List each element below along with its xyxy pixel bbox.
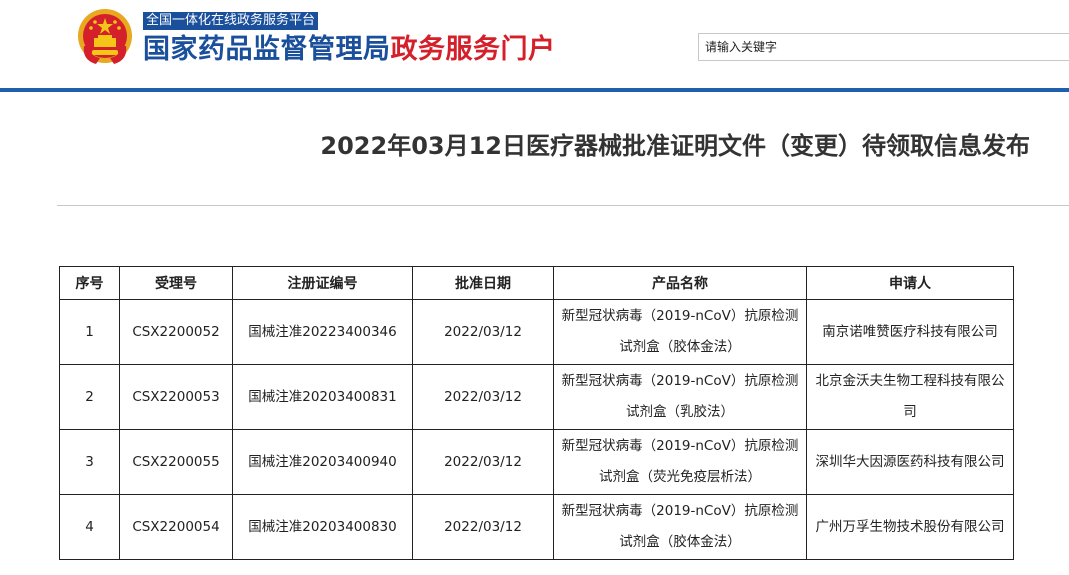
cell-product-name: 新型冠状病毒（2019-nCoV）抗原检测试剂盒（胶体金法） bbox=[553, 494, 807, 560]
table-header-row: 序号 受理号 注册证编号 批准日期 产品名称 申请人 bbox=[59, 266, 1014, 300]
cell-acceptance-no: CSX2200054 bbox=[119, 494, 233, 560]
header-acceptance-no: 受理号 bbox=[119, 266, 233, 300]
cell-seq: 1 bbox=[59, 299, 120, 365]
header-approval-date: 批准日期 bbox=[412, 266, 554, 300]
site-header: 全国一体化在线政务服务平台 国家药品监督管理局政务服务门户 bbox=[0, 0, 1069, 88]
cell-seq: 3 bbox=[59, 429, 120, 495]
cell-approval-date: 2022/03/12 bbox=[412, 364, 554, 430]
cell-acceptance-no: CSX2200052 bbox=[119, 299, 233, 365]
site-title[interactable]: 国家药品监督管理局政务服务门户 bbox=[143, 33, 556, 67]
cell-applicant: 北京金沃夫生物工程科技有限公司 bbox=[806, 364, 1014, 430]
cell-approval-date: 2022/03/12 bbox=[412, 299, 554, 365]
approval-table: 序号 受理号 注册证编号 批准日期 产品名称 申请人 1 CSX2200052 … bbox=[59, 266, 1014, 560]
cell-registration-no: 国械注准20203400940 bbox=[232, 429, 413, 495]
cell-applicant: 深圳华大因源医药科技有限公司 bbox=[806, 429, 1014, 495]
table-row: 3 CSX2200055 国械注准20203400940 2022/03/12 … bbox=[59, 429, 1014, 495]
table-row: 2 CSX2200053 国械注准20203400831 2022/03/12 … bbox=[59, 364, 1014, 430]
cell-applicant: 南京诺唯赞医疗科技有限公司 bbox=[806, 299, 1014, 365]
page-title: 2022年03月12日医疗器械批准证明文件（变更）待领取信息发布 bbox=[320, 132, 1030, 160]
cell-registration-no: 国械注准20223400346 bbox=[232, 299, 413, 365]
cell-product-name: 新型冠状病毒（2019-nCoV）抗原检测试剂盒（荧光免疫层析法） bbox=[553, 429, 807, 495]
header-divider bbox=[0, 88, 1069, 92]
cell-seq: 2 bbox=[59, 364, 120, 430]
site-title-portal: 政务服务门户 bbox=[390, 34, 556, 65]
cell-acceptance-no: CSX2200055 bbox=[119, 429, 233, 495]
site-title-agency: 国家药品监督管理局 bbox=[143, 34, 391, 65]
header-applicant: 申请人 bbox=[806, 266, 1014, 300]
cell-registration-no: 国械注准20203400831 bbox=[232, 364, 413, 430]
cell-approval-date: 2022/03/12 bbox=[412, 494, 554, 560]
cell-applicant: 广州万孚生物技术股份有限公司 bbox=[806, 494, 1014, 560]
table-row: 1 CSX2200052 国械注准20223400346 2022/03/12 … bbox=[59, 299, 1014, 365]
cell-registration-no: 国械注准20203400830 bbox=[232, 494, 413, 560]
cell-product-name: 新型冠状病毒（2019-nCoV）抗原检测试剂盒（胶体金法） bbox=[553, 299, 807, 365]
platform-slogan[interactable]: 全国一体化在线政务服务平台 bbox=[143, 12, 319, 30]
table-row: 4 CSX2200054 国械注准20203400830 2022/03/12 … bbox=[59, 494, 1014, 560]
cell-seq: 4 bbox=[59, 494, 120, 560]
header-product-name: 产品名称 bbox=[553, 266, 807, 300]
national-emblem-icon[interactable] bbox=[74, 6, 136, 68]
header-seq: 序号 bbox=[59, 266, 120, 300]
cell-product-name: 新型冠状病毒（2019-nCoV）抗原检测试剂盒（乳胶法） bbox=[553, 364, 807, 430]
cell-approval-date: 2022/03/12 bbox=[412, 429, 554, 495]
header-registration-no: 注册证编号 bbox=[232, 266, 413, 300]
cell-acceptance-no: CSX2200053 bbox=[119, 364, 233, 430]
search-input[interactable] bbox=[698, 33, 1069, 61]
title-divider bbox=[57, 205, 1069, 206]
